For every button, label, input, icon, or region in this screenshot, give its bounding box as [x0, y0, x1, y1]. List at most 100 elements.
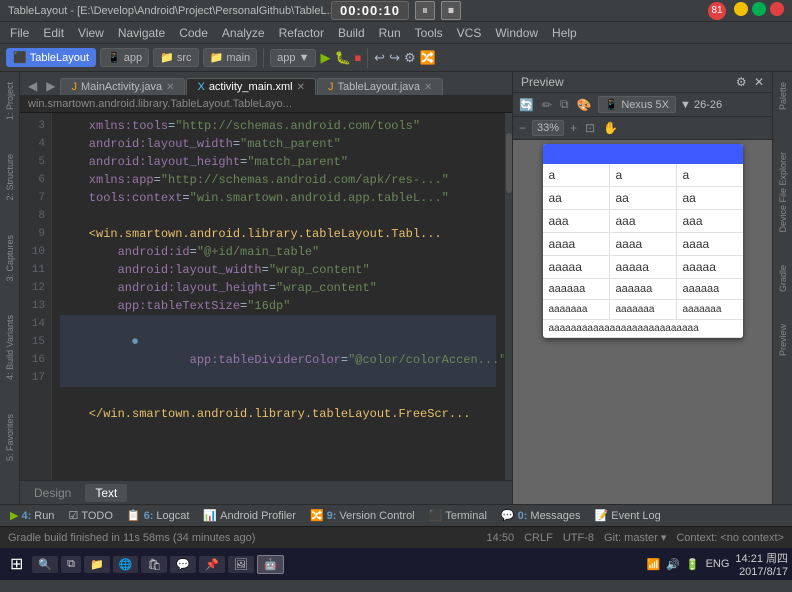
- maximize-button[interactable]: [752, 2, 766, 16]
- menu-run[interactable]: Run: [373, 24, 407, 42]
- undo-icon[interactable]: ↩: [374, 50, 385, 66]
- taskbar-task-view-btn[interactable]: ⧉: [61, 556, 81, 573]
- toolbar-src[interactable]: 📁 src: [153, 48, 198, 67]
- run-icon[interactable]: ▶: [320, 50, 330, 66]
- vcs-icon[interactable]: 🔀: [420, 50, 436, 66]
- taskbar-system-icons: 📶 🔊 🔋 ENG 14:21 周四 2017/8/17: [646, 550, 788, 578]
- pan-btn[interactable]: ✋: [601, 119, 620, 137]
- time-display: 14:21 周四: [735, 550, 788, 566]
- close-tab-activity-main[interactable]: ✕: [297, 82, 305, 93]
- code-line-8: [60, 207, 496, 225]
- tool-tab-todo[interactable]: ☑ TODO: [62, 507, 118, 524]
- tool-tab-terminal[interactable]: ⬛ Terminal: [423, 507, 493, 524]
- encoding: UTF-8: [563, 532, 594, 544]
- tab-nav-left[interactable]: ◀: [24, 77, 41, 95]
- menu-view[interactable]: View: [72, 24, 110, 42]
- menu-build[interactable]: Build: [332, 24, 371, 42]
- menu-edit[interactable]: Edit: [37, 24, 70, 42]
- preview-layers-btn[interactable]: ⧉: [558, 95, 571, 114]
- tool-tab-messages[interactable]: 💬 0: Messages: [495, 507, 587, 524]
- taskbar-extra-btn[interactable]: 📌: [199, 556, 225, 573]
- git-branch[interactable]: Git: master ▾: [604, 531, 666, 544]
- zoom-in-btn[interactable]: +: [568, 119, 579, 137]
- menu-refactor[interactable]: Refactor: [273, 24, 330, 42]
- pause-button[interactable]: ⏸: [415, 1, 435, 20]
- settings-icon[interactable]: ⚙: [404, 50, 416, 66]
- sidebar-tab-project[interactable]: 1: Project: [3, 76, 17, 126]
- taskbar-search-btn[interactable]: 🔍: [32, 556, 58, 573]
- debug-icon[interactable]: 🐛: [334, 50, 350, 66]
- tool-tab-version-control[interactable]: 🔀 9: Version Control: [304, 507, 421, 524]
- close-tab-table-layout[interactable]: ✕: [424, 82, 432, 93]
- badge-count: 81: [708, 2, 726, 20]
- tab-design[interactable]: Design: [24, 484, 81, 502]
- taskbar-android-studio-btn[interactable]: 🤖: [257, 555, 285, 574]
- preview-edit-btn[interactable]: ✏: [540, 96, 554, 114]
- editor-bottom-tabs: Design Text: [20, 480, 512, 504]
- network-icon[interactable]: 📶: [646, 558, 660, 571]
- volume-icon[interactable]: 🔊: [666, 558, 680, 571]
- stop-button[interactable]: ⏹: [441, 1, 461, 20]
- taskbar-store-btn[interactable]: 🛍: [141, 556, 167, 573]
- clock-area[interactable]: 14:21 周四 2017/8/17: [735, 550, 788, 578]
- right-sidebar: Palette Device File Explorer Gradle Prev…: [772, 72, 792, 504]
- table-row-1: a a a: [543, 164, 743, 187]
- sidebar-tab-preview[interactable]: Preview: [776, 318, 790, 362]
- menu-navigate[interactable]: Navigate: [112, 24, 171, 42]
- table-row-4: aaaa aaaa aaaa: [543, 233, 743, 256]
- preview-refresh-btn[interactable]: 🔄: [517, 96, 536, 114]
- cell-4-3: aaaa: [677, 233, 743, 255]
- menu-help[interactable]: Help: [546, 24, 583, 42]
- stop-icon[interactable]: ⏹: [355, 50, 362, 66]
- taskbar-file-explorer-btn[interactable]: 📁: [84, 556, 110, 573]
- preview-close-icon[interactable]: ✕: [754, 75, 764, 89]
- toolbar-project-name[interactable]: ⬛ TableLayout: [6, 48, 96, 67]
- preview-device-selector[interactable]: 📱 Nexus 5X: [598, 96, 676, 113]
- preview-settings-icon[interactable]: ⚙: [736, 75, 747, 89]
- menu-analyze[interactable]: Analyze: [216, 24, 271, 42]
- close-button[interactable]: [770, 2, 784, 16]
- sidebar-tab-palette[interactable]: Palette: [776, 76, 790, 116]
- menu-file[interactable]: File: [4, 24, 35, 42]
- sidebar-tab-gradle[interactable]: Gradle: [776, 259, 790, 298]
- redo-icon[interactable]: ↪: [389, 50, 400, 66]
- menu-vcs[interactable]: VCS: [451, 24, 488, 42]
- tool-tab-android-profiler[interactable]: 📊 Android Profiler: [197, 507, 302, 524]
- minimize-button[interactable]: [734, 2, 748, 16]
- tool-tab-event-log[interactable]: 📝 Event Log: [589, 507, 667, 524]
- tab-activity-main-xml[interactable]: X activity_main.xml ✕: [186, 78, 315, 95]
- zoom-fit-btn[interactable]: ⊡: [583, 119, 597, 137]
- toolbar-app[interactable]: 📱 app: [100, 48, 149, 67]
- sidebar-tab-structure[interactable]: 2: Structure: [3, 148, 17, 207]
- taskbar-wechat-btn[interactable]: 💬: [170, 556, 196, 573]
- taskbar-edge-btn[interactable]: 🌐: [113, 556, 139, 573]
- preview-paint-btn[interactable]: 🎨: [575, 96, 594, 114]
- cell-2-2: aa: [610, 187, 677, 209]
- sidebar-tab-captures[interactable]: 3: Captures: [3, 229, 17, 288]
- tool-tab-run[interactable]: ▶ 4: Run: [4, 507, 60, 524]
- vertical-scrollbar[interactable]: [504, 113, 512, 480]
- menu-tools[interactable]: Tools: [409, 24, 449, 42]
- keyboard-lang[interactable]: ENG: [706, 558, 730, 570]
- vc-label: Version Control: [339, 510, 414, 522]
- close-tab-main-activity[interactable]: ✕: [166, 82, 174, 93]
- menu-code[interactable]: Code: [173, 24, 214, 42]
- tool-tab-logcat[interactable]: 📋 6: Logcat: [121, 507, 196, 524]
- sidebar-tab-favorites[interactable]: 5: Favorites: [3, 408, 17, 467]
- tab-table-layout-java[interactable]: J TableLayout.java ✕: [317, 78, 443, 95]
- code-content[interactable]: xmlns:tools="http://schemas.android.com/…: [52, 113, 504, 480]
- code-editor[interactable]: 3 4 5 6 7 8 9 10 11 12 13 14 15 16 17 xm…: [20, 113, 512, 480]
- toolbar-main[interactable]: 📁 main: [203, 48, 258, 67]
- taskbar-photo-btn[interactable]: 🖼: [228, 556, 254, 573]
- windows-start-button[interactable]: ⊞: [4, 552, 29, 576]
- tab-nav-right[interactable]: ▶: [42, 77, 59, 95]
- left-sidebar: 1: Project 2: Structure 3: Captures 4: B…: [0, 72, 20, 504]
- table-row-2: aa aa aa: [543, 187, 743, 210]
- toolbar-app-dropdown[interactable]: app ▼: [270, 49, 316, 67]
- sidebar-tab-build-variants[interactable]: 4: Build Variants: [3, 309, 17, 386]
- zoom-out-btn[interactable]: −: [517, 119, 528, 137]
- menu-window[interactable]: Window: [489, 24, 544, 42]
- sidebar-tab-device-file-explorer[interactable]: Device File Explorer: [776, 146, 790, 239]
- tab-main-activity[interactable]: J MainActivity.java ✕: [60, 78, 185, 95]
- tab-text[interactable]: Text: [85, 484, 127, 502]
